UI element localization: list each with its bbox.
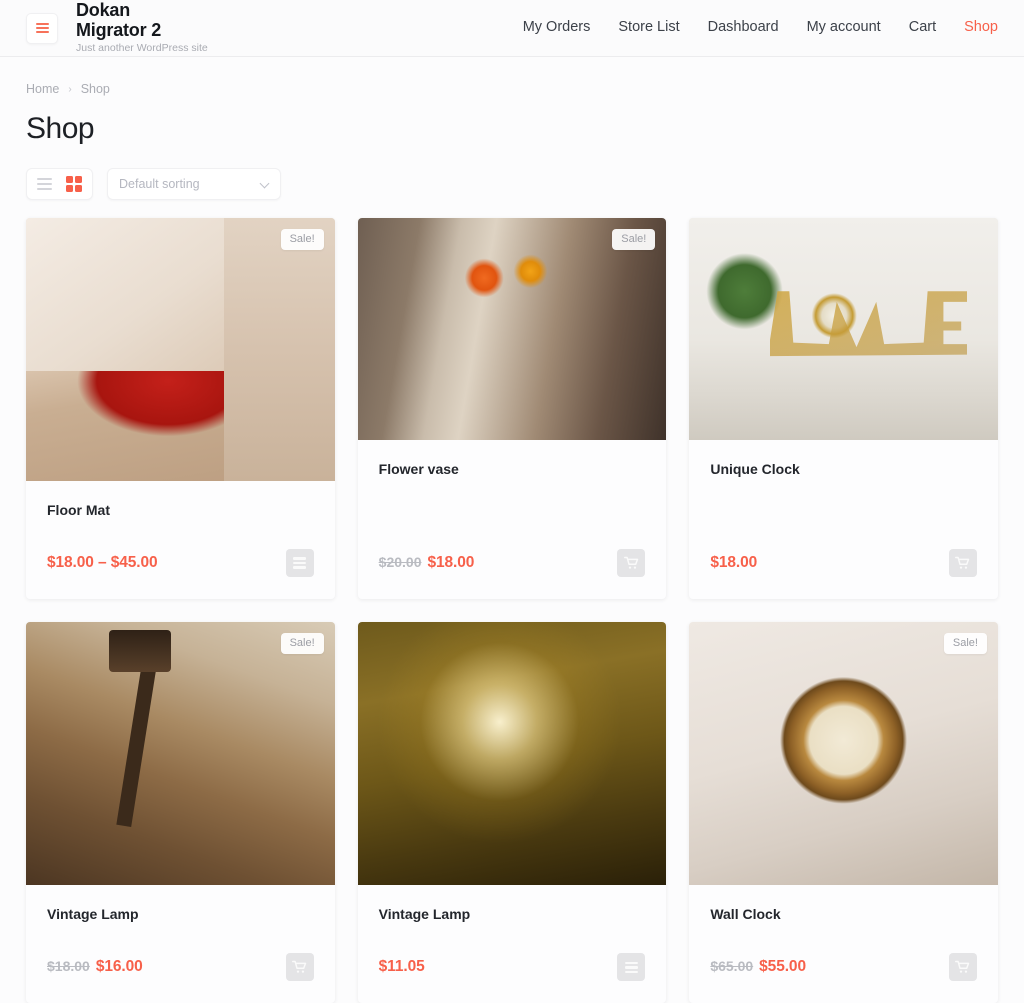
product-price: $20.00 $18.00 [379, 554, 475, 572]
shopping-cart-icon [623, 556, 639, 569]
product-image-graphic [26, 622, 335, 886]
product-image[interactable] [357, 622, 667, 886]
product-title[interactable]: Floor Mat [47, 501, 314, 519]
sale-badge: Sale! [280, 633, 324, 655]
product-price-current: $18.00 [710, 554, 758, 572]
product-price-current: $16.00 [95, 958, 143, 976]
product-price: $65.00 $55.00 [710, 958, 806, 976]
add-to-cart-button[interactable] [617, 549, 646, 578]
product-title[interactable]: Vintage Lamp [379, 905, 646, 923]
breadcrumb: Home › Shop [26, 57, 998, 96]
hamburger-icon-line [35, 31, 49, 33]
product-image[interactable]: Sale! [26, 218, 335, 481]
product-card[interactable]: Unique Clock $18.00 [689, 218, 998, 600]
product-footer: $11.05 [379, 923, 646, 982]
nav-item-my-orders[interactable]: My Orders [523, 19, 591, 35]
product-title[interactable]: Unique Clock [710, 460, 977, 478]
product-footer: $65.00 $55.00 [710, 923, 977, 982]
product-details: Vintage Lamp $18.00 $16.00 [26, 885, 335, 1003]
list-view-button[interactable] [37, 178, 52, 190]
hamburger-menu-button[interactable] [26, 12, 58, 44]
select-options-button[interactable] [617, 953, 646, 982]
nav-item-dashboard[interactable]: Dashboard [708, 19, 779, 35]
product-details: Flower vase $20.00 $18.00 [358, 440, 667, 599]
product-footer: $18.00 $16.00 [47, 923, 314, 982]
product-image-graphic [26, 218, 335, 481]
product-image[interactable]: Sale! [357, 218, 667, 440]
grid-view-button[interactable] [66, 176, 82, 192]
shopping-cart-icon [955, 556, 970, 569]
product-details: Unique Clock $18.00 [689, 440, 998, 599]
product-image-graphic [689, 622, 998, 886]
shopping-cart-icon [292, 961, 307, 974]
product-details: Vintage Lamp $11.05 [358, 885, 667, 1003]
nav-item-my-account[interactable]: My account [807, 19, 881, 35]
site-title: Dokan Migrator 2 [76, 0, 162, 40]
sale-badge: Sale! [280, 229, 324, 250]
breadcrumb-home[interactable]: Home [26, 82, 59, 96]
site-tagline: Just another WordPress site [76, 41, 208, 54]
product-image-graphic [357, 622, 667, 886]
grid-icon [66, 176, 82, 192]
product-price-current: $18.00 [427, 554, 475, 572]
site-branding[interactable]: Dokan Migrator 2 Just another WordPress … [76, 0, 208, 56]
product-price-current: $55.00 [759, 958, 806, 976]
list-icon [37, 178, 52, 190]
product-price-current: $11.05 [378, 958, 425, 976]
site-header: Dokan Migrator 2 Just another WordPress … [0, 0, 1024, 57]
sorting-select[interactable]: Default sorting [107, 168, 281, 200]
hamburger-icon-line [35, 23, 49, 25]
primary-navigation: My Orders Store List Dashboard My accoun… [523, 19, 998, 37]
shopping-cart-icon [955, 961, 970, 974]
sale-badge: Sale! [943, 633, 987, 655]
product-card[interactable]: Sale! Floor Mat $18.00 – $45.00 [26, 218, 335, 600]
breadcrumb-current: Shop [80, 82, 110, 96]
product-price: $18.00 – $45.00 [47, 554, 158, 572]
product-price: $18.00 $16.00 [47, 958, 143, 976]
product-footer: $20.00 $18.00 [379, 519, 646, 578]
hamburger-icon-line [35, 27, 49, 29]
product-price-original: $20.00 [378, 554, 422, 571]
product-price: $11.05 [379, 958, 425, 976]
select-options-button[interactable] [285, 549, 314, 578]
chevron-right-icon: › [68, 83, 72, 95]
product-image-graphic [689, 218, 998, 440]
add-to-cart-button[interactable] [285, 953, 314, 982]
chevron-down-icon [261, 180, 269, 188]
product-title[interactable]: Flower vase [379, 460, 646, 478]
product-image[interactable]: Sale! [26, 622, 335, 886]
nav-item-shop[interactable]: Shop [964, 19, 998, 35]
product-image-graphic [357, 218, 667, 440]
list-options-icon [293, 557, 307, 569]
product-card[interactable]: Sale! Vintage Lamp $18.00 $16.00 [26, 622, 335, 1003]
list-options-icon [624, 961, 638, 974]
product-image[interactable] [689, 218, 998, 440]
product-title[interactable]: Vintage Lamp [47, 905, 314, 923]
sorting-select-value: Default sorting [119, 177, 200, 191]
product-footer: $18.00 – $45.00 [47, 519, 314, 578]
nav-item-store-list[interactable]: Store List [618, 19, 679, 35]
shop-toolbar: Default sorting [26, 168, 998, 200]
add-to-cart-button[interactable] [948, 953, 977, 982]
product-footer: $18.00 [710, 519, 977, 578]
view-mode-switch [26, 168, 93, 200]
product-title[interactable]: Wall Clock [710, 905, 977, 923]
product-price: $18.00 [710, 554, 757, 572]
sale-badge: Sale! [612, 229, 656, 250]
product-grid: Sale! Floor Mat $18.00 – $45.00 Sale! Fl… [26, 218, 998, 1003]
page-content: Home › Shop Shop Default sorting Sale! F… [0, 57, 1024, 1003]
nav-item-cart[interactable]: Cart [909, 19, 936, 35]
product-price-current: $18.00 – $45.00 [47, 554, 158, 572]
product-card[interactable]: Sale! Flower vase $20.00 $18.00 [357, 218, 667, 600]
product-image[interactable]: Sale! [689, 622, 998, 886]
product-card[interactable]: Vintage Lamp $11.05 [357, 622, 667, 1003]
product-details: Floor Mat $18.00 – $45.00 [26, 481, 335, 599]
page-title: Shop [26, 112, 95, 145]
add-to-cart-button[interactable] [948, 549, 977, 578]
product-card[interactable]: Sale! Wall Clock $65.00 $55.00 [689, 622, 998, 1003]
product-details: Wall Clock $65.00 $55.00 [689, 885, 998, 1003]
